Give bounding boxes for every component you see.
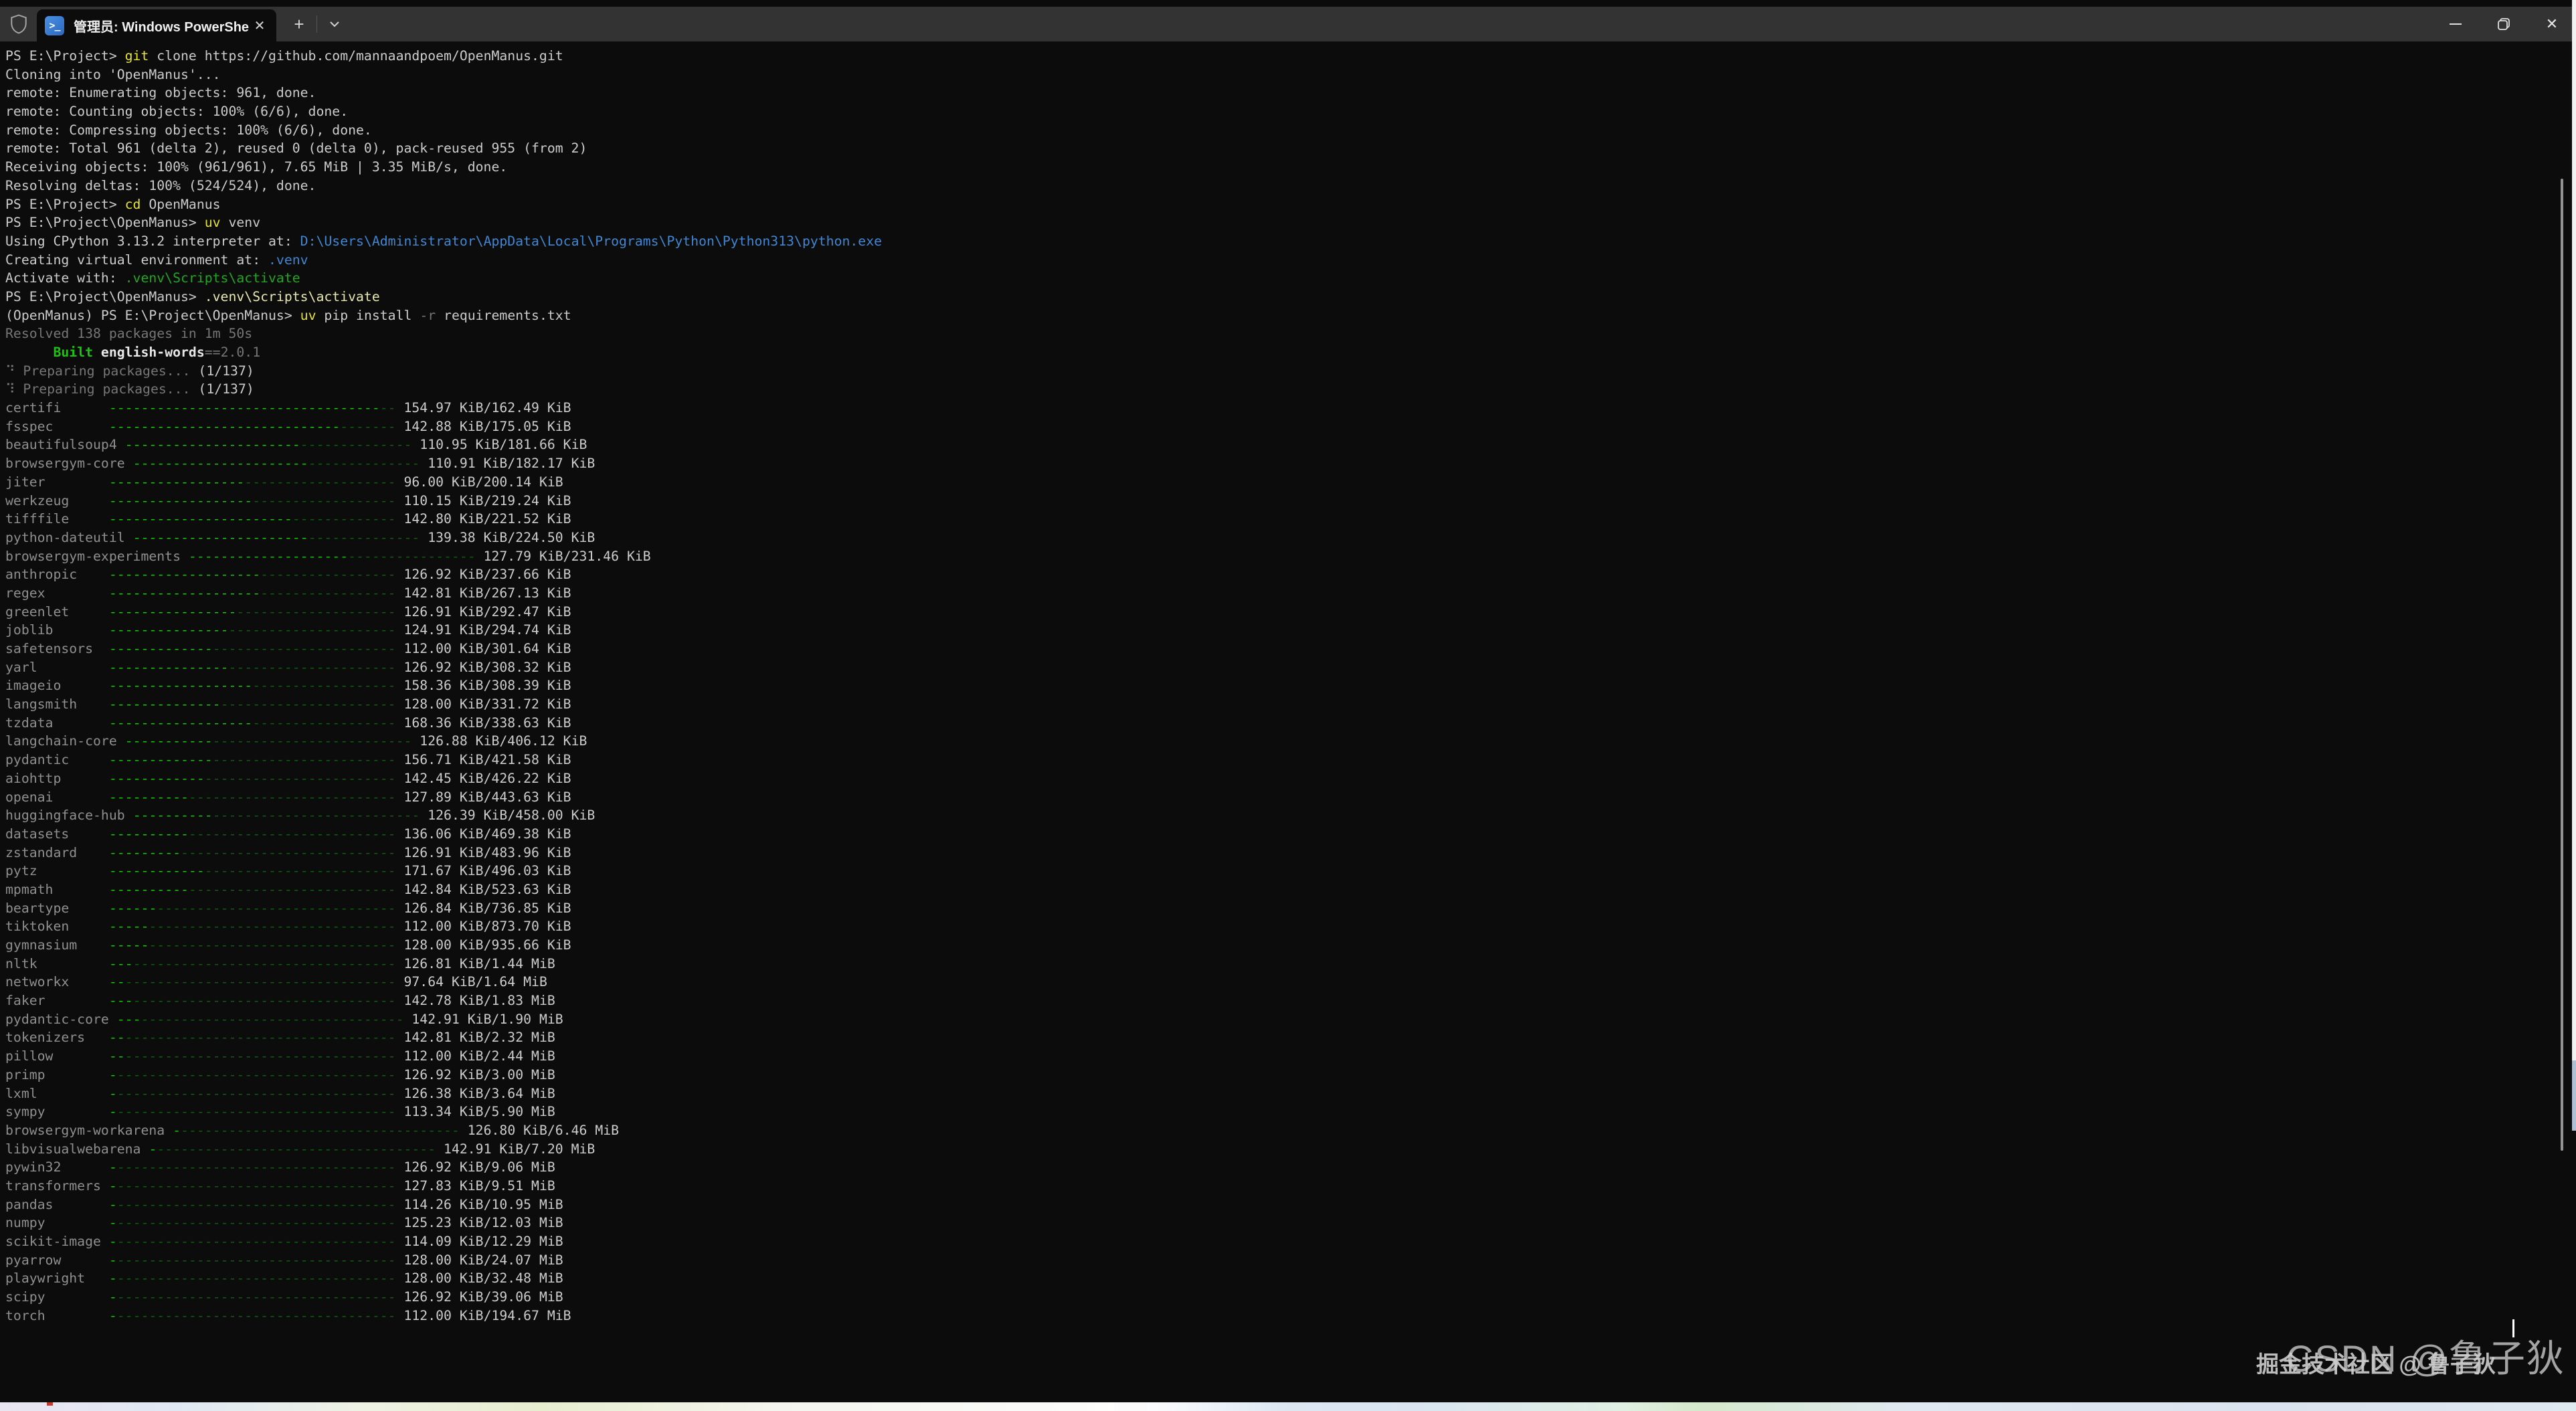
terminal-line: Resolving deltas: 100% (524/524), done.: [5, 177, 882, 195]
terminal-line: remote: Total 961 (delta 2), reused 0 (d…: [5, 139, 882, 158]
package-progress-row: faker ----------------------------------…: [5, 992, 882, 1010]
screen: { "titlebar": { "tab_title": "管理员: Windo…: [0, 0, 2576, 1411]
package-progress-row: langsmith ------------------------------…: [5, 695, 882, 714]
package-progress-row: pyarrow --------------------------------…: [5, 1251, 882, 1270]
package-progress-row: openai ---------------------------------…: [5, 788, 882, 807]
package-progress-row: greenlet -------------------------------…: [5, 603, 882, 622]
package-progress-row: pywin32 --------------------------------…: [5, 1158, 882, 1177]
package-progress-row: fsspec ---------------------------------…: [5, 417, 882, 436]
terminal-line: ⠹ Preparing packages... (1/137): [5, 380, 882, 399]
background-window-sliver: [2572, 0, 2576, 1060]
package-progress-row: python-dateutil ------------------------…: [5, 529, 882, 547]
package-progress-row: pydantic -------------------------------…: [5, 751, 882, 769]
package-progress-row: pytz -----------------------------------…: [5, 862, 882, 880]
terminal-output: PS E:\Project> git clone https://github.…: [5, 47, 882, 1325]
package-progress-row: imageio --------------------------------…: [5, 676, 882, 695]
package-progress-row: pydantic-core --------------------------…: [5, 1010, 882, 1029]
package-progress-row: transformers ---------------------------…: [5, 1177, 882, 1196]
close-window-button[interactable]: ✕: [2528, 7, 2576, 41]
package-progress-row: datasets -------------------------------…: [5, 825, 882, 844]
package-progress-row: nltk -----------------------------------…: [5, 955, 882, 973]
background-window-sliver-accent: [2572, 1060, 2576, 1131]
tab-dropdown-button[interactable]: [321, 7, 348, 41]
terminal-line: Receiving objects: 100% (961/961), 7.65 …: [5, 158, 882, 177]
package-progress-row: regex ----------------------------------…: [5, 584, 882, 603]
taskbar-highlight: [1114, 1402, 1147, 1411]
package-progress-row: libvisualwebarena ----------------------…: [5, 1140, 882, 1159]
package-progress-row: yarl -----------------------------------…: [5, 658, 882, 677]
package-progress-row: tiktoken -------------------------------…: [5, 917, 882, 936]
terminal-line: Using CPython 3.13.2 interpreter at: D:\…: [5, 232, 882, 251]
package-progress-row: langchain-core -------------------------…: [5, 732, 882, 751]
package-progress-row: lxml -----------------------------------…: [5, 1085, 882, 1103]
taskbar-edge: [0, 1402, 2576, 1411]
package-progress-row: aiohttp --------------------------------…: [5, 769, 882, 788]
titlebar: >_ 管理员: Windows PowerShell ✕ + ✕: [0, 0, 2576, 41]
package-progress-row: certifi --------------------------------…: [5, 399, 882, 417]
tab-close-button[interactable]: ✕: [250, 15, 270, 35]
restore-button[interactable]: [2480, 7, 2528, 41]
package-progress-row: scikit-image ---------------------------…: [5, 1232, 882, 1251]
package-progress-row: torch ----------------------------------…: [5, 1307, 882, 1325]
terminal-line: remote: Compressing objects: 100% (6/6),…: [5, 121, 882, 140]
package-progress-row: tokenizers -----------------------------…: [5, 1028, 882, 1047]
package-progress-row: playwright -----------------------------…: [5, 1269, 882, 1288]
package-progress-row: browsergym-core ------------------------…: [5, 454, 882, 473]
package-progress-row: tzdata ---------------------------------…: [5, 714, 882, 733]
terminal-line: remote: Enumerating objects: 961, done.: [5, 84, 882, 102]
powershell-icon: >_: [45, 16, 64, 35]
taskbar-icon-tip: [47, 1402, 53, 1406]
package-progress-row: joblib ---------------------------------…: [5, 621, 882, 640]
scrollbar-thumb[interactable]: [2561, 179, 2563, 1151]
minimize-button[interactable]: [2431, 7, 2480, 41]
terminal-line: Cloning into 'OpenManus'...: [5, 66, 882, 84]
package-progress-row: zstandard ------------------------------…: [5, 844, 882, 862]
package-progress-row: primp ----------------------------------…: [5, 1066, 882, 1085]
close-icon: ✕: [2546, 15, 2558, 33]
package-progress-row: pandas ---------------------------------…: [5, 1196, 882, 1214]
terminal-line: remote: Counting objects: 100% (6/6), do…: [5, 102, 882, 121]
chevron-down-icon: [329, 21, 340, 27]
package-progress-row: beartype -------------------------------…: [5, 899, 882, 918]
package-progress-row: browsergym-workarena -------------------…: [5, 1121, 882, 1140]
package-progress-row: pillow ---------------------------------…: [5, 1047, 882, 1066]
package-progress-row: browsergym-experiments -----------------…: [5, 547, 882, 566]
package-progress-row: anthropic ------------------------------…: [5, 565, 882, 584]
package-progress-row: beautifulsoup4 -------------------------…: [5, 436, 882, 454]
minimize-icon: [2450, 23, 2462, 25]
package-progress-row: networkx -------------------------------…: [5, 973, 882, 992]
tab-powershell[interactable]: >_ 管理员: Windows PowerShell ✕: [37, 9, 276, 41]
admin-shield-icon: [0, 7, 37, 41]
terminal-line: ⠙ Preparing packages... (1/137): [5, 362, 882, 381]
terminal-line: (OpenManus) PS E:\Project\OpenManus> uv …: [5, 306, 882, 325]
new-tab-button[interactable]: +: [286, 7, 312, 41]
terminal-line: PS E:\Project> cd OpenManus: [5, 195, 882, 214]
package-progress-row: huggingface-hub ------------------------…: [5, 806, 882, 825]
terminal-line: Activate with: .venv\Scripts\activate: [5, 269, 882, 288]
terminal-line: PS E:\Project> git clone https://github.…: [5, 47, 882, 66]
package-progress-row: tifffile -------------------------------…: [5, 510, 882, 529]
tab-title: 管理员: Windows PowerShell: [74, 16, 250, 35]
package-progress-row: scipy ----------------------------------…: [5, 1288, 882, 1307]
package-progress-row: gymnasium ------------------------------…: [5, 936, 882, 955]
titlebar-drag-area: [348, 7, 2431, 41]
juejin-watermark: 掘金技术社区 @ 鲁子狄: [2256, 1346, 2496, 1379]
restore-icon: [2497, 17, 2510, 31]
tab-divider: [316, 15, 317, 33]
package-progress-row: safetensors ----------------------------…: [5, 640, 882, 658]
terminal-line: PS E:\Project\OpenManus> uv venv: [5, 213, 882, 232]
terminal-line: Resolved 138 packages in 1m 50s: [5, 324, 882, 343]
package-progress-row: jiter ----------------------------------…: [5, 473, 882, 492]
terminal-line: Creating virtual environment at: .venv: [5, 251, 882, 270]
package-progress-row: sympy ----------------------------------…: [5, 1103, 882, 1121]
package-progress-row: mpmath ---------------------------------…: [5, 880, 882, 899]
package-progress-row: werkzeug -------------------------------…: [5, 492, 882, 510]
terminal-line: PS E:\Project\OpenManus> .venv\Scripts\a…: [5, 288, 882, 306]
terminal-line: Built english-words==2.0.1: [5, 343, 882, 362]
package-progress-row: numpy ----------------------------------…: [5, 1214, 882, 1232]
close-icon: ✕: [254, 17, 266, 34]
